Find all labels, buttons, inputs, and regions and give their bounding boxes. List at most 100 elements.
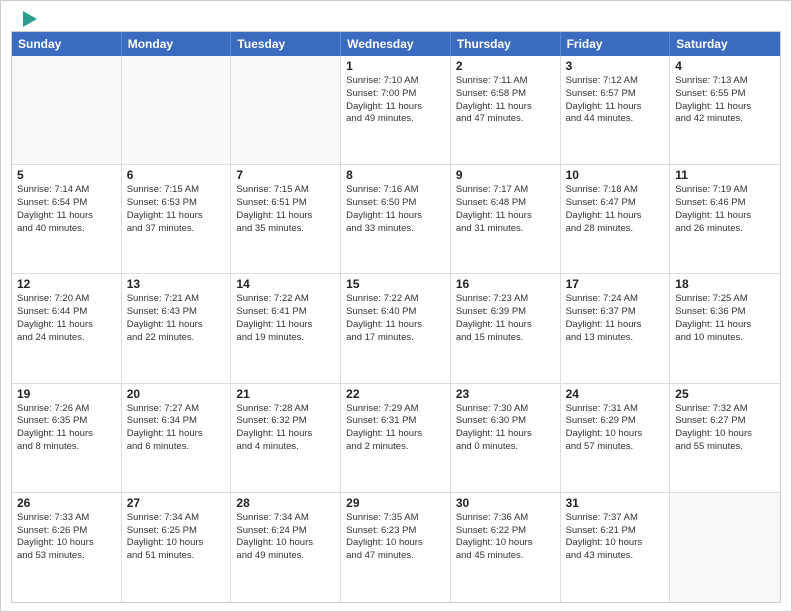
day-info: Sunrise: 7:25 AM Sunset: 6:36 PM Dayligh… bbox=[675, 293, 775, 344]
day-number: 6 bbox=[127, 168, 226, 182]
day-number: 11 bbox=[675, 168, 775, 182]
day-info: Sunrise: 7:35 AM Sunset: 6:23 PM Dayligh… bbox=[346, 512, 445, 563]
day-number: 16 bbox=[456, 277, 555, 291]
calendar-cell: 29 Sunrise: 7:35 AM Sunset: 6:23 PM Dayli… bbox=[341, 493, 451, 602]
calendar-cell: 3 Sunrise: 7:12 AM Sunset: 6:57 PM Daylig… bbox=[561, 56, 671, 164]
calendar-cell: 21 Sunrise: 7:28 AM Sunset: 6:32 PM Dayli… bbox=[231, 384, 341, 492]
day-info: Sunrise: 7:34 AM Sunset: 6:24 PM Dayligh… bbox=[236, 512, 335, 563]
calendar-cell bbox=[122, 56, 232, 164]
calendar-cell: 31 Sunrise: 7:37 AM Sunset: 6:21 PM Dayli… bbox=[561, 493, 671, 602]
calendar-cell: 13Sunrise: 7:21 AM Sunset: 6:43 PM Dayli… bbox=[122, 274, 232, 382]
day-info: Sunrise: 7:14 AM Sunset: 6:54 PM Dayligh… bbox=[17, 184, 116, 235]
weekday-header: Sunday bbox=[12, 32, 122, 56]
calendar-cell: 7 Sunrise: 7:15 AM Sunset: 6:51 PM Daylig… bbox=[231, 165, 341, 273]
weekday-header: Monday bbox=[122, 32, 232, 56]
header bbox=[1, 1, 791, 31]
calendar-cell bbox=[12, 56, 122, 164]
day-number: 25 bbox=[675, 387, 775, 401]
calendar-cell: 2 Sunrise: 7:11 AM Sunset: 6:58 PM Daylig… bbox=[451, 56, 561, 164]
day-number: 23 bbox=[456, 387, 555, 401]
day-number: 1 bbox=[346, 59, 445, 73]
day-number: 4 bbox=[675, 59, 775, 73]
day-number: 26 bbox=[17, 496, 116, 510]
day-info: Sunrise: 7:15 AM Sunset: 6:51 PM Dayligh… bbox=[236, 184, 335, 235]
calendar-cell: 27Sunrise: 7:34 AM Sunset: 6:25 PM Dayli… bbox=[122, 493, 232, 602]
calendar-cell: 11 Sunrise: 7:19 AM Sunset: 6:46 PM Dayli… bbox=[670, 165, 780, 273]
day-number: 14 bbox=[236, 277, 335, 291]
day-info: Sunrise: 7:13 AM Sunset: 6:55 PM Dayligh… bbox=[675, 75, 775, 126]
day-number: 22 bbox=[346, 387, 445, 401]
day-number: 2 bbox=[456, 59, 555, 73]
day-info: Sunrise: 7:16 AM Sunset: 6:50 PM Dayligh… bbox=[346, 184, 445, 235]
day-number: 5 bbox=[17, 168, 116, 182]
day-info: Sunrise: 7:17 AM Sunset: 6:48 PM Dayligh… bbox=[456, 184, 555, 235]
day-info: Sunrise: 7:19 AM Sunset: 6:46 PM Dayligh… bbox=[675, 184, 775, 235]
page: SundayMondayTuesdayWednesdayThursdayFrid… bbox=[0, 0, 792, 612]
day-number: 30 bbox=[456, 496, 555, 510]
calendar-cell: 15 Sunrise: 7:22 AM Sunset: 6:40 PM Dayli… bbox=[341, 274, 451, 382]
calendar-cell: 20 Sunrise: 7:27 AM Sunset: 6:34 PM Dayli… bbox=[122, 384, 232, 492]
day-info: Sunrise: 7:22 AM Sunset: 6:40 PM Dayligh… bbox=[346, 293, 445, 344]
day-info: Sunrise: 7:26 AM Sunset: 6:35 PM Dayligh… bbox=[17, 403, 116, 454]
calendar-cell: 4 Sunrise: 7:13 AM Sunset: 6:55 PM Daylig… bbox=[670, 56, 780, 164]
calendar-cell: 28 Sunrise: 7:34 AM Sunset: 6:24 PM Dayli… bbox=[231, 493, 341, 602]
day-number: 3 bbox=[566, 59, 665, 73]
calendar-week: 26 Sunrise: 7:33 AM Sunset: 6:26 PM Dayli… bbox=[12, 493, 780, 602]
day-number: 18 bbox=[675, 277, 775, 291]
day-info: Sunrise: 7:36 AM Sunset: 6:22 PM Dayligh… bbox=[456, 512, 555, 563]
calendar-cell: 30 Sunrise: 7:36 AM Sunset: 6:22 PM Dayli… bbox=[451, 493, 561, 602]
calendar-cell: 14Sunrise: 7:22 AM Sunset: 6:41 PM Dayli… bbox=[231, 274, 341, 382]
calendar-cell bbox=[231, 56, 341, 164]
weekday-header: Wednesday bbox=[341, 32, 451, 56]
calendar-cell: 6 Sunrise: 7:15 AM Sunset: 6:53 PM Daylig… bbox=[122, 165, 232, 273]
calendar-week: 12 Sunrise: 7:20 AM Sunset: 6:44 PM Dayli… bbox=[12, 274, 780, 383]
calendar: SundayMondayTuesdayWednesdayThursdayFrid… bbox=[11, 31, 781, 603]
day-info: Sunrise: 7:20 AM Sunset: 6:44 PM Dayligh… bbox=[17, 293, 116, 344]
day-info: Sunrise: 7:12 AM Sunset: 6:57 PM Dayligh… bbox=[566, 75, 665, 126]
day-info: Sunrise: 7:31 AM Sunset: 6:29 PM Dayligh… bbox=[566, 403, 665, 454]
day-info: Sunrise: 7:18 AM Sunset: 6:47 PM Dayligh… bbox=[566, 184, 665, 235]
day-info: Sunrise: 7:30 AM Sunset: 6:30 PM Dayligh… bbox=[456, 403, 555, 454]
calendar-header: SundayMondayTuesdayWednesdayThursdayFrid… bbox=[12, 32, 780, 56]
calendar-cell: 24Sunrise: 7:31 AM Sunset: 6:29 PM Dayli… bbox=[561, 384, 671, 492]
calendar-cell: 25Sunrise: 7:32 AM Sunset: 6:27 PM Dayli… bbox=[670, 384, 780, 492]
calendar-cell: 10 Sunrise: 7:18 AM Sunset: 6:47 PM Dayli… bbox=[561, 165, 671, 273]
day-number: 15 bbox=[346, 277, 445, 291]
day-number: 19 bbox=[17, 387, 116, 401]
day-info: Sunrise: 7:27 AM Sunset: 6:34 PM Dayligh… bbox=[127, 403, 226, 454]
calendar-cell: 16Sunrise: 7:23 AM Sunset: 6:39 PM Dayli… bbox=[451, 274, 561, 382]
calendar-week: 19 Sunrise: 7:26 AM Sunset: 6:35 PM Dayli… bbox=[12, 384, 780, 493]
calendar-cell bbox=[670, 493, 780, 602]
day-number: 7 bbox=[236, 168, 335, 182]
day-info: Sunrise: 7:10 AM Sunset: 7:00 PM Dayligh… bbox=[346, 75, 445, 126]
calendar-cell: 17 Sunrise: 7:24 AM Sunset: 6:37 PM Dayli… bbox=[561, 274, 671, 382]
day-number: 20 bbox=[127, 387, 226, 401]
calendar-week: 5 Sunrise: 7:14 AM Sunset: 6:54 PM Daylig… bbox=[12, 165, 780, 274]
weekday-header: Saturday bbox=[670, 32, 780, 56]
day-info: Sunrise: 7:15 AM Sunset: 6:53 PM Dayligh… bbox=[127, 184, 226, 235]
calendar-cell: 9 Sunrise: 7:17 AM Sunset: 6:48 PM Daylig… bbox=[451, 165, 561, 273]
calendar-cell: 22Sunrise: 7:29 AM Sunset: 6:31 PM Dayli… bbox=[341, 384, 451, 492]
calendar-body: 1 Sunrise: 7:10 AM Sunset: 7:00 PM Daylig… bbox=[12, 56, 780, 602]
day-number: 29 bbox=[346, 496, 445, 510]
calendar-cell: 1 Sunrise: 7:10 AM Sunset: 7:00 PM Daylig… bbox=[341, 56, 451, 164]
day-number: 31 bbox=[566, 496, 665, 510]
day-number: 28 bbox=[236, 496, 335, 510]
day-number: 8 bbox=[346, 168, 445, 182]
weekday-header: Thursday bbox=[451, 32, 561, 56]
day-number: 17 bbox=[566, 277, 665, 291]
day-info: Sunrise: 7:37 AM Sunset: 6:21 PM Dayligh… bbox=[566, 512, 665, 563]
day-number: 21 bbox=[236, 387, 335, 401]
calendar-week: 1 Sunrise: 7:10 AM Sunset: 7:00 PM Daylig… bbox=[12, 56, 780, 165]
calendar-cell: 23 Sunrise: 7:30 AM Sunset: 6:30 PM Dayli… bbox=[451, 384, 561, 492]
day-info: Sunrise: 7:11 AM Sunset: 6:58 PM Dayligh… bbox=[456, 75, 555, 126]
logo-arrow-icon bbox=[23, 11, 37, 27]
day-number: 10 bbox=[566, 168, 665, 182]
day-number: 12 bbox=[17, 277, 116, 291]
day-info: Sunrise: 7:34 AM Sunset: 6:25 PM Dayligh… bbox=[127, 512, 226, 563]
day-number: 9 bbox=[456, 168, 555, 182]
day-info: Sunrise: 7:24 AM Sunset: 6:37 PM Dayligh… bbox=[566, 293, 665, 344]
day-info: Sunrise: 7:28 AM Sunset: 6:32 PM Dayligh… bbox=[236, 403, 335, 454]
day-info: Sunrise: 7:33 AM Sunset: 6:26 PM Dayligh… bbox=[17, 512, 116, 563]
weekday-header: Tuesday bbox=[231, 32, 341, 56]
